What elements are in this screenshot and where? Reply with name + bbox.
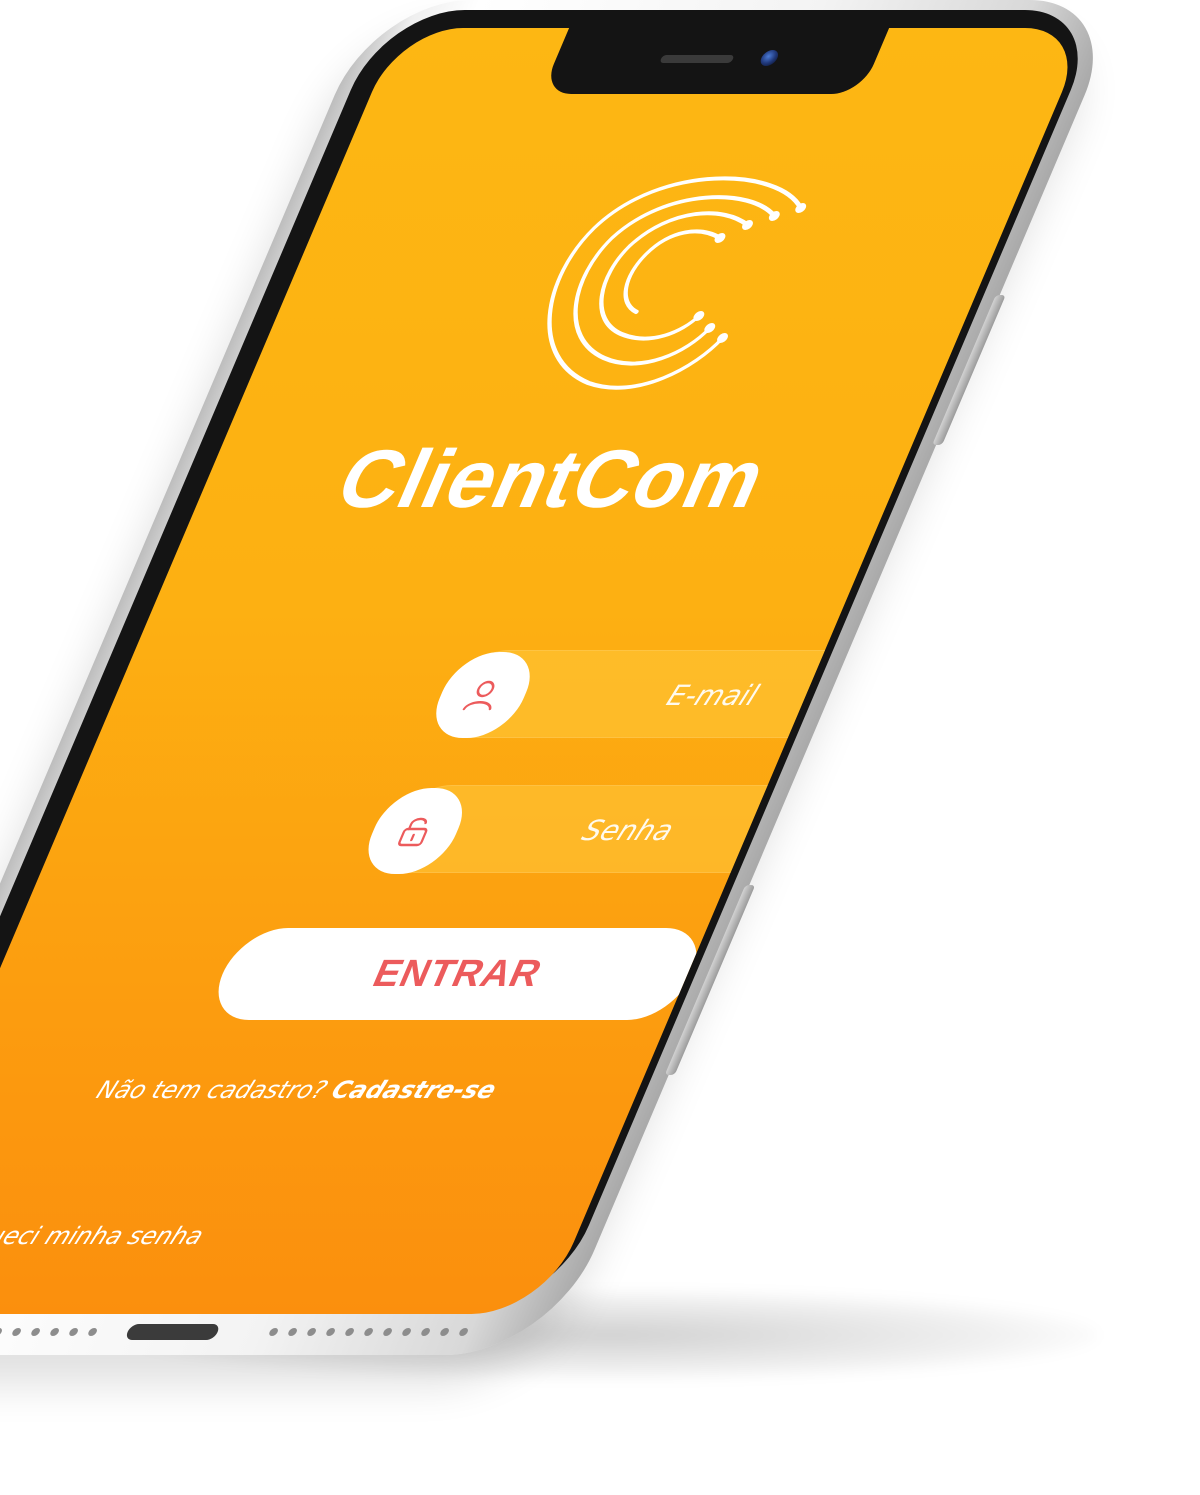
phone-bezel: ClientCom E-mail ENTRAR Não tem cadastro… bbox=[0, 10, 1105, 1314]
clientcom-logo-icon bbox=[547, 176, 807, 390]
notch bbox=[541, 28, 890, 94]
front-camera bbox=[757, 50, 781, 66]
speaker-grill-left bbox=[0, 1328, 99, 1336]
forgot-password-link[interactable]: Esqueci minha senha bbox=[0, 1222, 208, 1250]
speaker-grill-right bbox=[267, 1328, 470, 1336]
stage: ClientCom E-mail ENTRAR Não tem cadastro… bbox=[0, 0, 1200, 1495]
speaker bbox=[659, 55, 735, 63]
user-icon bbox=[462, 680, 495, 711]
signup-link[interactable]: Cadastre-se bbox=[327, 1076, 500, 1104]
charging-port bbox=[124, 1324, 221, 1340]
enter-button[interactable]: ENTRAR bbox=[203, 928, 713, 1020]
login-screen: ClientCom E-mail ENTRAR Não tem cadastro… bbox=[0, 28, 1090, 1314]
lock-icon bbox=[398, 817, 428, 847]
brand-name: ClientCom bbox=[323, 434, 782, 525]
signup-prompt-text: Não tem cadastro? bbox=[92, 1076, 340, 1104]
email-input[interactable] bbox=[486, 650, 940, 740]
signup-prompt: Não tem cadastro? Cadastre-se bbox=[92, 1076, 664, 1104]
phone: ClientCom E-mail ENTRAR Não tem cadastro… bbox=[0, 0, 1125, 1355]
